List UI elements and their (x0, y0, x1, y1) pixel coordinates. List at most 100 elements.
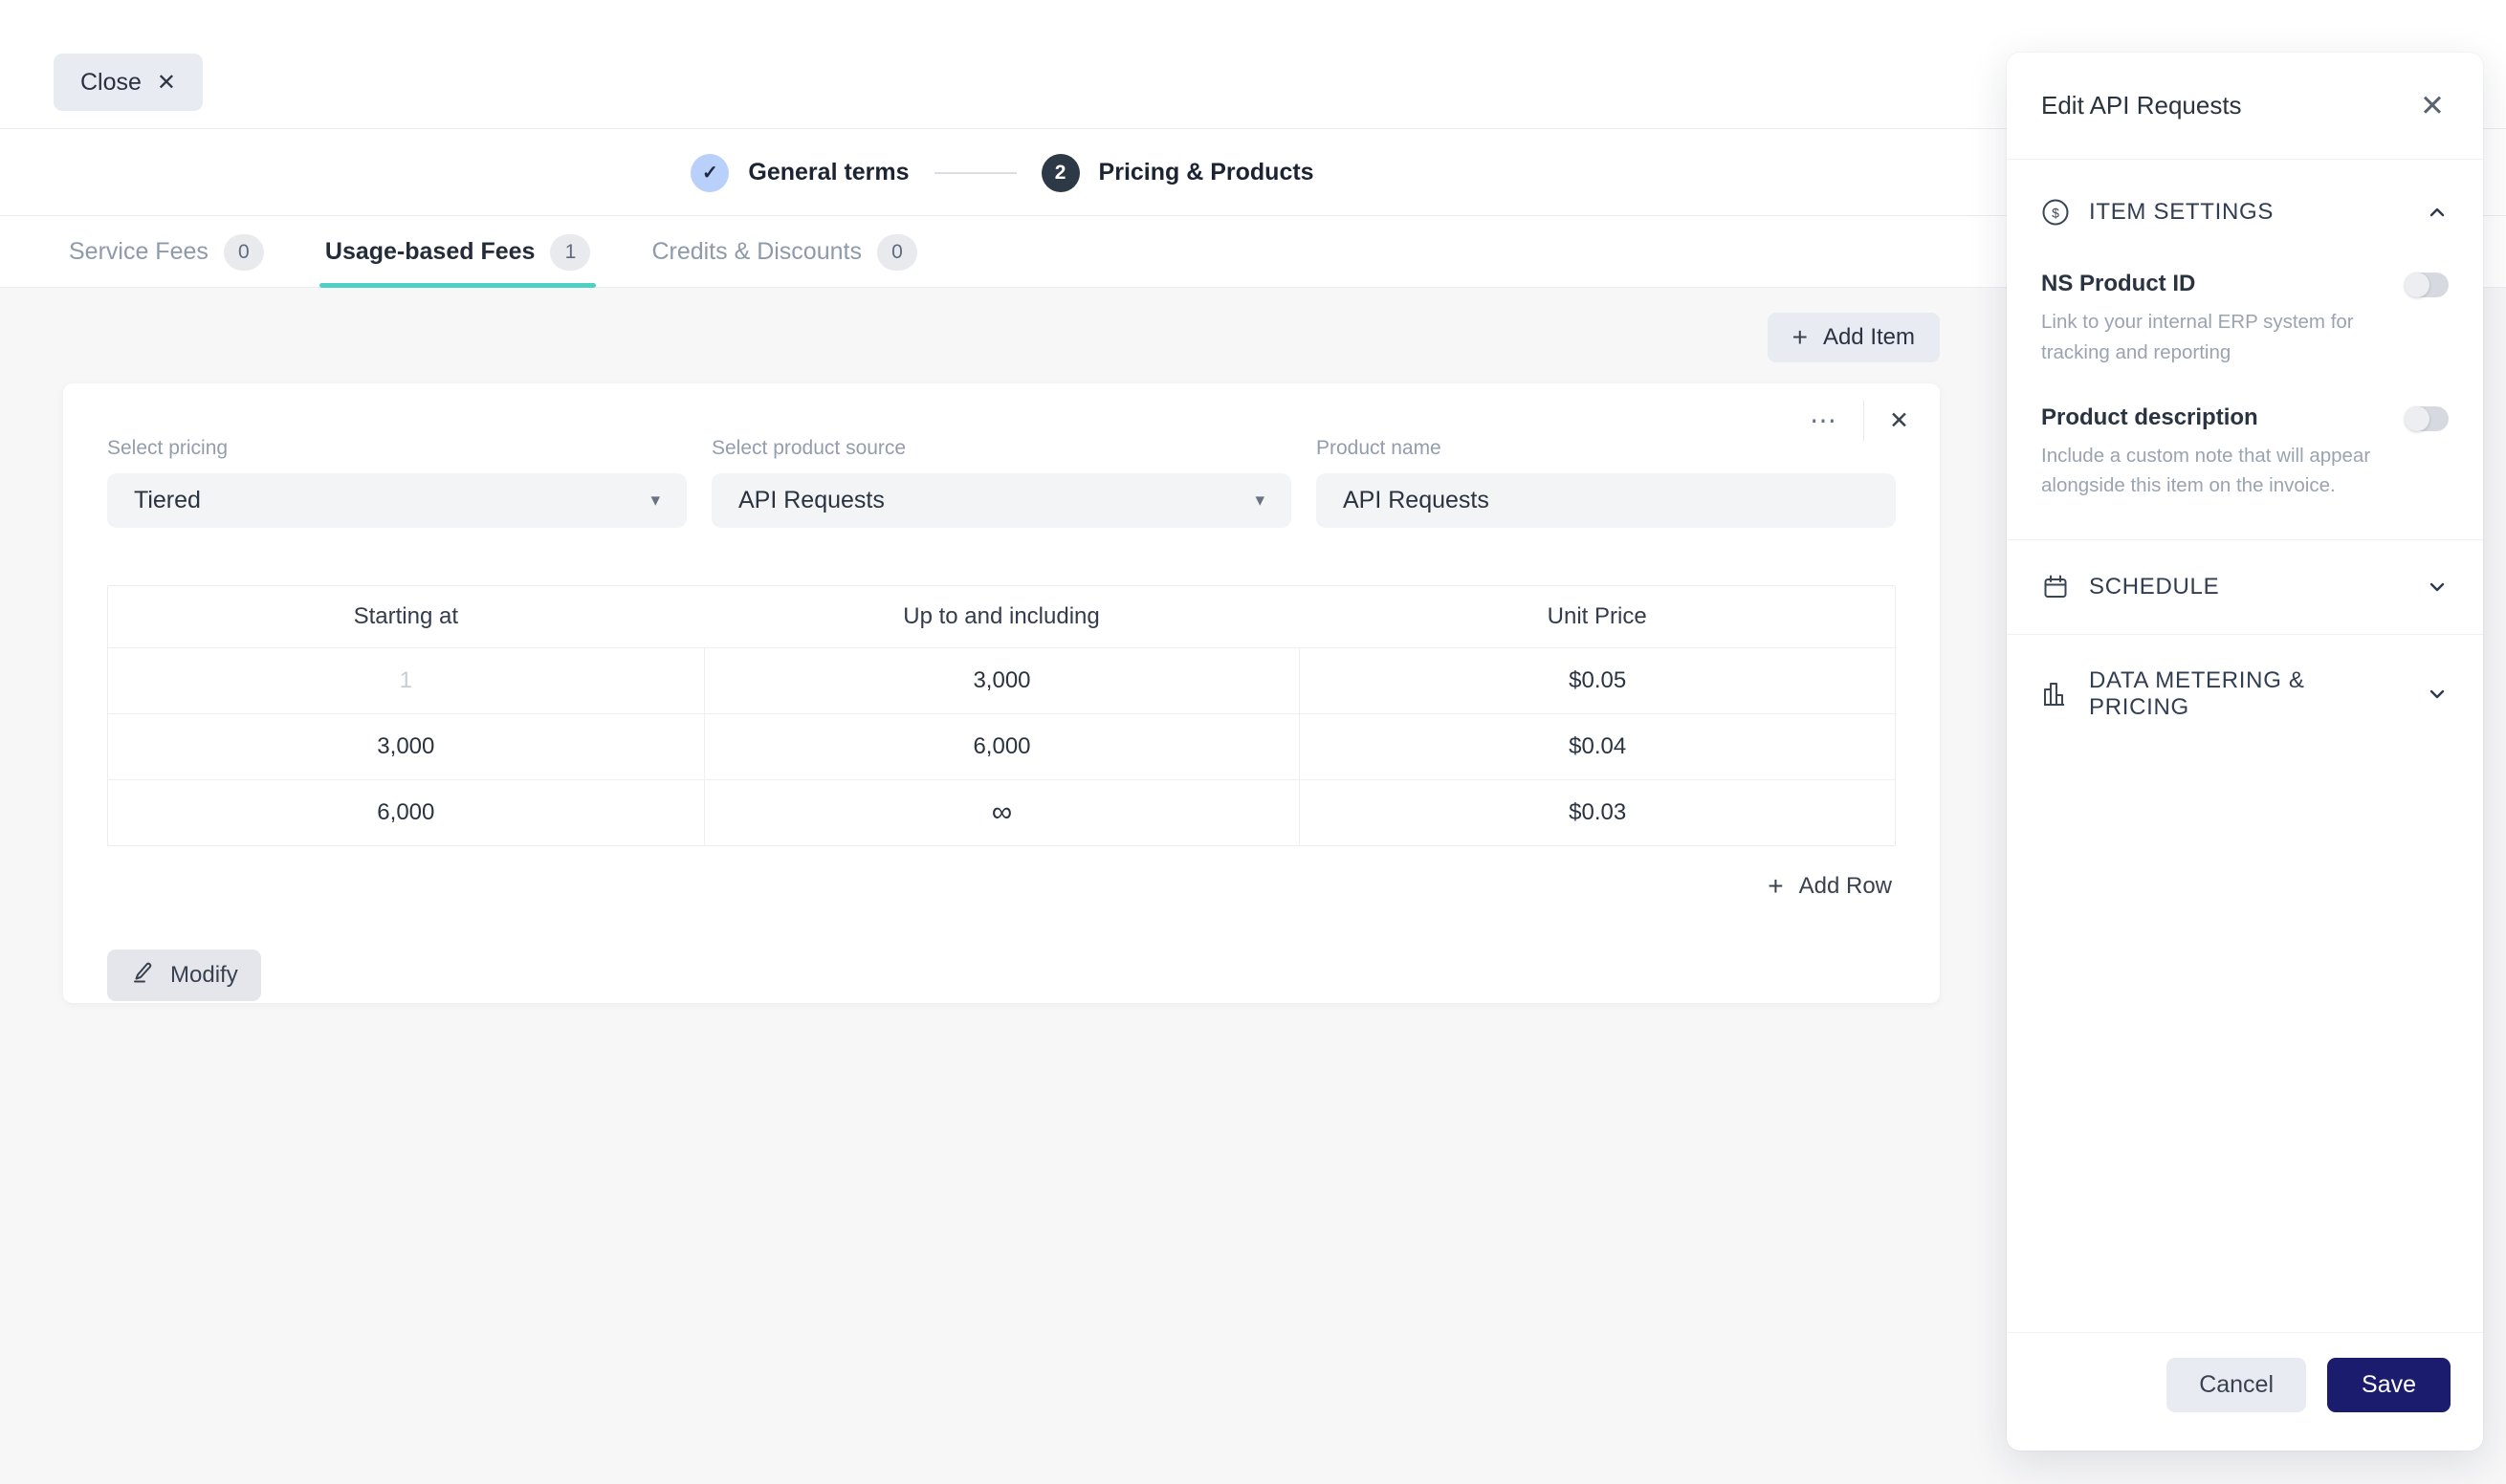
close-icon: ✕ (2420, 89, 2445, 122)
setting-ns-product-id: NS Product ID Link to your internal ERP … (2041, 271, 2449, 368)
product-source-select[interactable]: API Requests ▾ (712, 473, 1291, 528)
modify-button[interactable]: Modify (107, 949, 261, 1001)
table-row: 6,000 ∞ $0.03 (108, 779, 1895, 845)
tier-upto-infinity-cell[interactable]: ∞ (703, 779, 1300, 845)
setting-product-description-description: Include a custom note that will appear a… (2041, 444, 2371, 497)
step-connector (934, 171, 1017, 174)
tab-usage-based-fees[interactable]: Usage-based Fees 1 (319, 217, 597, 288)
product-source-select-value: API Requests (738, 487, 885, 513)
tier-start-cell[interactable]: 1 (108, 647, 704, 713)
ellipsis-icon: ⋯ (1810, 405, 1839, 435)
table-row: 3,000 6,000 $0.04 (108, 713, 1895, 779)
section-schedule-title: SCHEDULE (2089, 574, 2220, 600)
tier-pricing-table: Starting at Up to and including Unit Pri… (107, 585, 1896, 846)
chevron-down-icon (2426, 576, 2449, 599)
step-number-badge: 2 (1041, 153, 1080, 192)
tab-usage-based-fees-label: Usage-based Fees (324, 238, 536, 265)
step-pricing-products-label: Pricing & Products (1098, 159, 1314, 186)
product-description-toggle[interactable] (2405, 405, 2449, 431)
table-body: 1 3,000 $0.05 3,000 6,000 $0.04 6,000 ∞ … (108, 647, 1895, 845)
chevron-down-icon (2426, 683, 2449, 706)
pricing-field: Select pricing Tiered ▾ (107, 437, 687, 528)
tier-price-cell[interactable]: $0.05 (1299, 647, 1895, 713)
chevron-down-icon: ▾ (1255, 491, 1264, 511)
close-workflow-button[interactable]: Close ✕ (54, 54, 204, 111)
item-config-fields: Select pricing Tiered ▾ Select product s… (107, 383, 1896, 528)
section-data-metering-title: DATA METERING & PRICING (2089, 667, 2305, 721)
ns-product-id-toggle[interactable] (2405, 273, 2449, 297)
section-schedule-header[interactable]: SCHEDULE (2041, 540, 2449, 634)
chevron-down-icon: ▾ (650, 491, 660, 511)
bar-chart-icon (2041, 680, 2070, 709)
tier-price-cell[interactable]: $0.03 (1299, 779, 1895, 845)
pricing-select[interactable]: Tiered ▾ (107, 473, 687, 528)
product-name-input-value: API Requests (1343, 487, 1489, 513)
edit-item-panel: Edit API Requests ✕ $ ITEM SETTINGS NS P… (2007, 53, 2483, 1451)
card-actions: ⋯ ✕ (1804, 401, 1915, 441)
section-item-settings-title: ITEM SETTINGS (2089, 199, 2275, 225)
calendar-icon (2041, 573, 2070, 601)
tier-start-cell[interactable]: 6,000 (108, 779, 704, 845)
table-header-row: Starting at Up to and including Unit Pri… (108, 586, 1895, 647)
pencil-icon (130, 960, 155, 992)
setting-product-description-texts: Product description Include a custom not… (2041, 404, 2378, 502)
pricing-select-value: Tiered (134, 487, 201, 513)
product-source-field: Select product source API Requests ▾ (712, 437, 1291, 528)
tab-credits-discounts[interactable]: Credits & Discounts 0 (646, 217, 923, 287)
tier-upto-cell[interactable]: 3,000 (703, 647, 1300, 713)
setting-product-description: Product description Include a custom not… (2041, 404, 2449, 502)
tab-service-fees-count: 0 (223, 233, 264, 271)
pricing-field-label: Select pricing (107, 437, 229, 459)
plus-icon: + (1768, 871, 1784, 901)
add-row-button[interactable]: + Add Row (1764, 865, 1896, 907)
add-row-line: + Add Row (107, 865, 1896, 907)
step-general-terms[interactable]: ✓ General terms (691, 153, 910, 192)
column-header-starting-at: Starting at (353, 603, 459, 629)
panel-close-button[interactable]: ✕ (2416, 87, 2449, 124)
section-data-metering-header[interactable]: DATA METERING & PRICING (2041, 635, 2449, 753)
step-general-terms-label: General terms (748, 159, 910, 186)
svg-text:$: $ (2052, 206, 2059, 221)
dollar-circle-icon: $ (2041, 198, 2070, 227)
tier-upto-cell[interactable]: 6,000 (703, 713, 1300, 779)
panel-title: Edit API Requests (2041, 91, 2242, 120)
setting-ns-product-id-description: Link to your internal ERP system for tra… (2041, 311, 2354, 363)
panel-footer: Cancel Save (2007, 1332, 2483, 1451)
remove-item-button[interactable]: ✕ (1883, 404, 1915, 439)
cancel-button[interactable]: Cancel (2166, 1358, 2307, 1412)
add-item-button[interactable]: + Add Item (1767, 313, 1940, 362)
tab-service-fees-label: Service Fees (69, 238, 209, 265)
tab-service-fees[interactable]: Service Fees 0 (63, 217, 270, 287)
tab-credits-discounts-label: Credits & Discounts (651, 238, 862, 265)
table-row: 1 3,000 $0.05 (108, 647, 1895, 713)
panel-body: $ ITEM SETTINGS NS Product ID Link to yo… (2007, 160, 2483, 753)
tier-start-cell[interactable]: 3,000 (108, 713, 704, 779)
setting-ns-product-id-title: NS Product ID (2041, 271, 2196, 296)
item-menu-button[interactable]: ⋯ (1804, 402, 1844, 440)
modify-label: Modify (170, 962, 238, 988)
step-done-check-icon: ✓ (691, 153, 730, 192)
setting-product-description-title: Product description (2041, 404, 2258, 430)
add-row-label: Add Row (1798, 873, 1892, 899)
close-icon: ✕ (156, 69, 177, 96)
add-item-label: Add Item (1822, 324, 1915, 350)
product-name-field: Product name API Requests (1316, 437, 1896, 528)
product-source-field-label: Select product source (712, 437, 907, 459)
section-item-settings-header[interactable]: $ ITEM SETTINGS (2041, 160, 2449, 234)
column-header-unit-price: Unit Price (1547, 603, 1647, 629)
usage-fee-item-card: ⋯ ✕ Select pricing Tiered ▾ Select produ… (63, 383, 1940, 1003)
stepper: ✓ General terms 2 Pricing & Products (0, 130, 2005, 215)
tab-credits-discounts-count: 0 (876, 233, 917, 271)
plus-icon: + (1792, 322, 1808, 352)
card-actions-divider (1863, 401, 1865, 441)
tier-price-cell[interactable]: $0.04 (1299, 713, 1895, 779)
save-button[interactable]: Save (2327, 1358, 2451, 1412)
column-header-up-to: Up to and including (903, 603, 1100, 629)
close-icon: ✕ (1889, 406, 1909, 434)
tab-usage-based-fees-count: 1 (550, 233, 591, 271)
setting-ns-product-id-texts: NS Product ID Link to your internal ERP … (2041, 271, 2378, 368)
panel-header: Edit API Requests ✕ (2007, 53, 2483, 160)
close-button-label: Close (80, 68, 142, 96)
step-pricing-products[interactable]: 2 Pricing & Products (1041, 153, 1314, 192)
product-name-input[interactable]: API Requests (1316, 473, 1896, 528)
